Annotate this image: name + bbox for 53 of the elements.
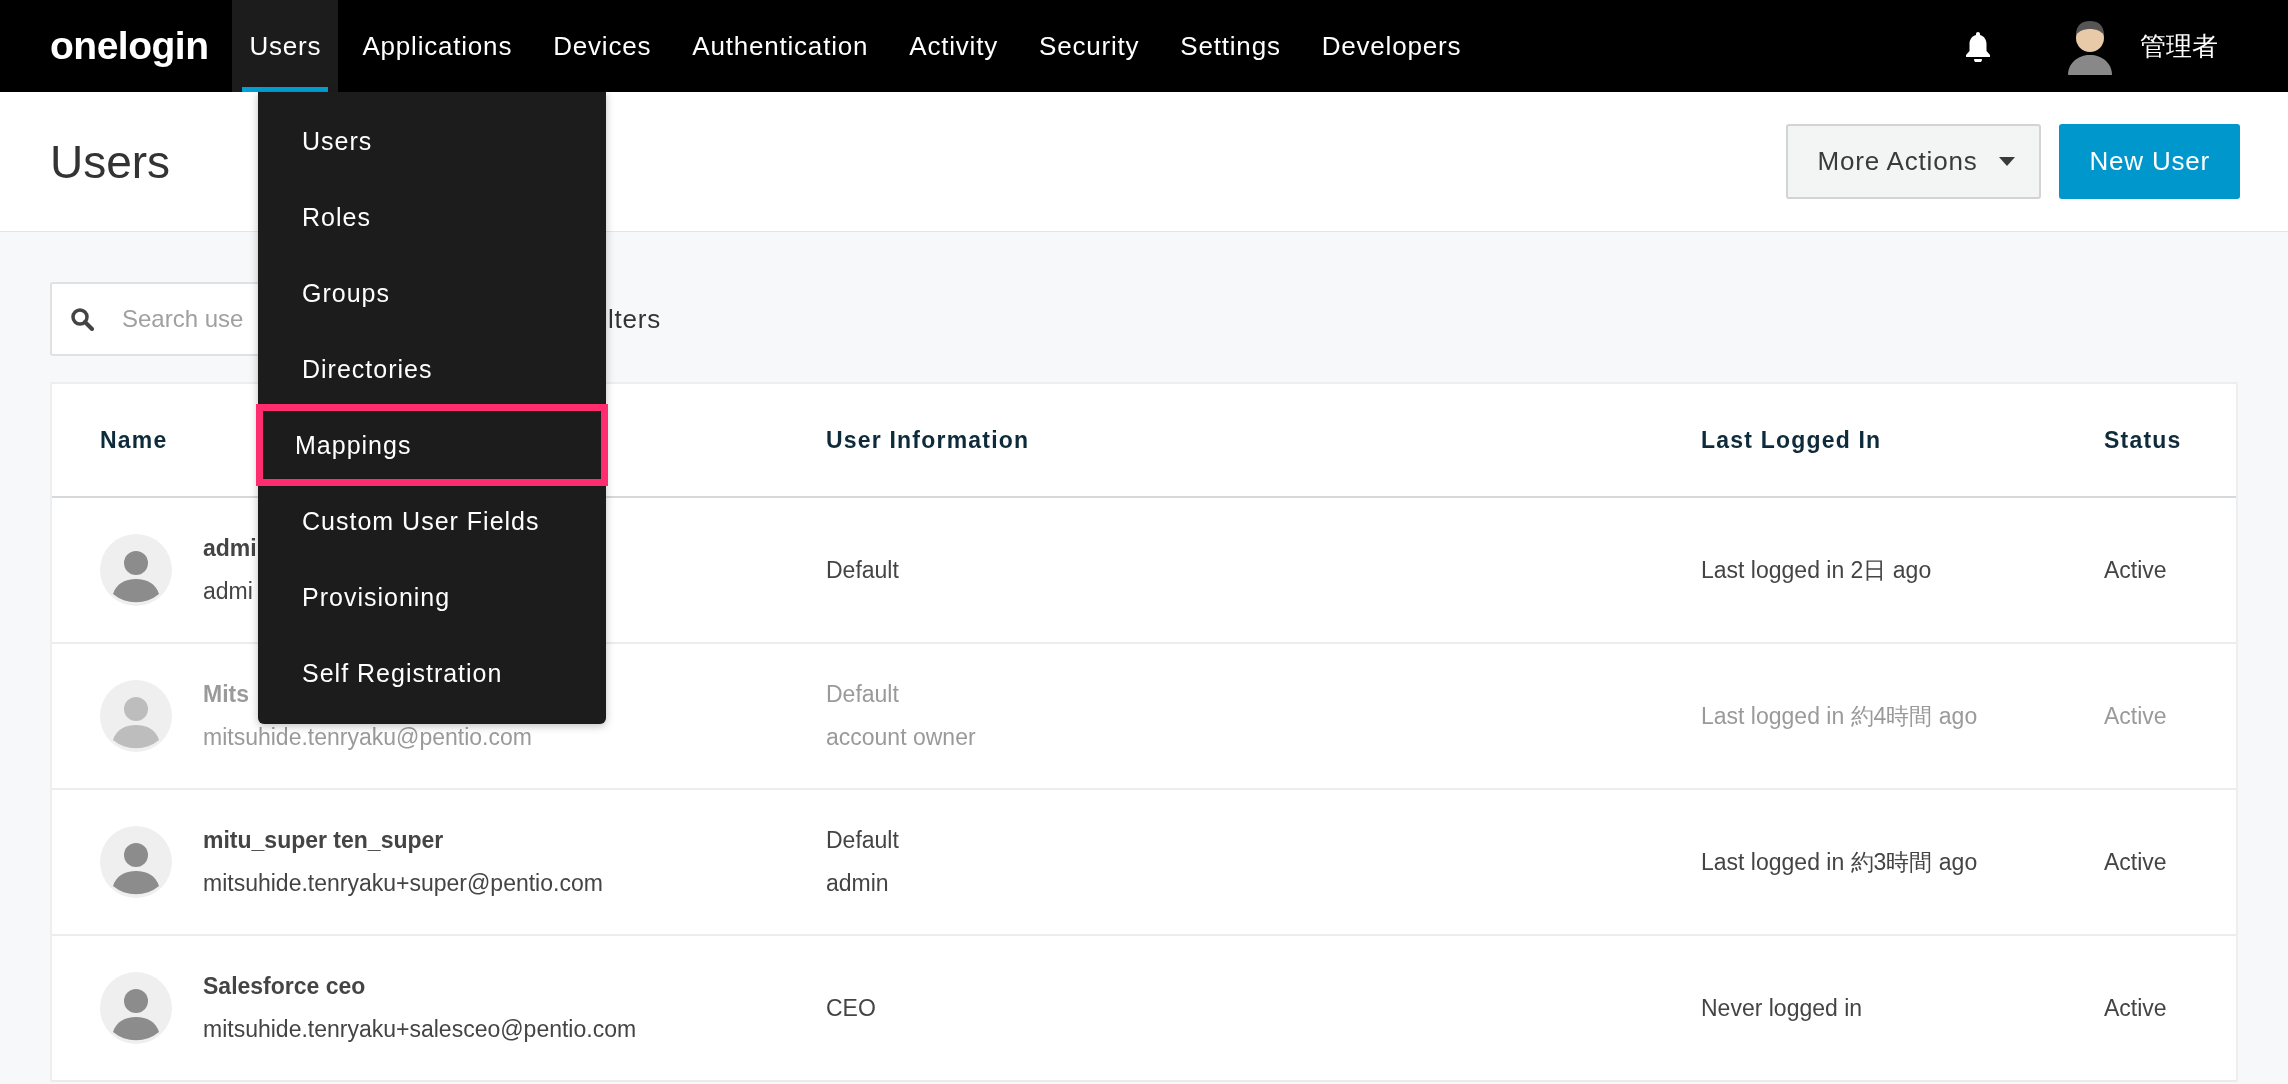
user-info-text: Default: [826, 556, 900, 584]
account-name[interactable]: 管理者: [2140, 28, 2218, 64]
nav-tab[interactable]: Security: [1022, 0, 1157, 92]
last-login-text: Last logged in 約4時間 ago: [1701, 701, 1979, 731]
nav-tab[interactable]: Activity: [892, 0, 1015, 92]
more-actions-button[interactable]: More Actions: [1785, 124, 2042, 199]
caret-icon: [1999, 157, 2016, 166]
nav-tab[interactable]: Settings: [1163, 0, 1298, 92]
user-info-text: admin: [826, 870, 890, 897]
avatar-icon: [100, 972, 172, 1044]
menu-item[interactable]: Groups: [262, 255, 602, 331]
user-info-text: account owner: [826, 724, 977, 751]
onelogin-logo[interactable]: onelogin: [0, 0, 233, 92]
nav-tab[interactable]: Users: [232, 0, 339, 92]
status-text: Active: [2104, 556, 2168, 584]
last-login-text: Last logged in 2日 ago: [1701, 555, 1933, 585]
avatar-icon: [100, 826, 172, 898]
last-login-text: Last logged in 約3時間 ago: [1701, 847, 1979, 877]
filters-link[interactable]: lters: [608, 303, 662, 335]
status-text: Active: [2104, 848, 2168, 876]
avatar-icon: [100, 534, 172, 606]
column-header[interactable]: Last Logged In: [1701, 426, 2104, 454]
user-name: admi: [203, 535, 257, 562]
bell-icon[interactable]: [1964, 30, 1992, 62]
search-icon: [70, 307, 94, 331]
status-text: Active: [2104, 702, 2168, 730]
nav-tab[interactable]: Authentication: [675, 0, 886, 92]
menu-item[interactable]: Directories: [262, 331, 602, 407]
user-info-text: Default: [826, 681, 900, 708]
nav-tab[interactable]: Applications: [345, 0, 530, 92]
user-name: mitu_super ten_super: [203, 827, 445, 854]
user-info-text: CEO: [826, 994, 877, 1022]
column-header[interactable]: User Information: [826, 426, 1701, 454]
user-email: admi: [203, 578, 254, 605]
nav-tab[interactable]: Devices: [536, 0, 669, 92]
last-login-text: Never logged in: [1701, 994, 1864, 1022]
menu-item[interactable]: Provisioning: [262, 559, 602, 635]
user-email: mitsuhide.tenryaku+salesceo@pentio.com: [203, 1016, 637, 1043]
menu-item[interactable]: Mappings: [259, 407, 605, 483]
status-text: Active: [2104, 994, 2168, 1022]
menu-item[interactable]: Roles: [262, 179, 602, 255]
menu-item[interactable]: Users: [262, 103, 602, 179]
user-name: Salesforce ceo: [203, 973, 367, 1000]
user-info-text: Default: [826, 827, 900, 854]
avatar-icon: [100, 680, 172, 752]
nav-tab[interactable]: Developers: [1304, 0, 1479, 92]
user-email: mitsuhide.tenryaku+super@pentio.com: [203, 870, 603, 897]
menu-item[interactable]: Custom User Fields: [262, 483, 602, 559]
user-name: Mits: [203, 681, 250, 708]
column-header[interactable]: Status: [2104, 426, 2236, 454]
menu-item[interactable]: Self Registration: [262, 635, 602, 711]
page-title: Users: [50, 134, 171, 189]
user-email: mitsuhide.tenryaku@pentio.com: [203, 724, 532, 751]
